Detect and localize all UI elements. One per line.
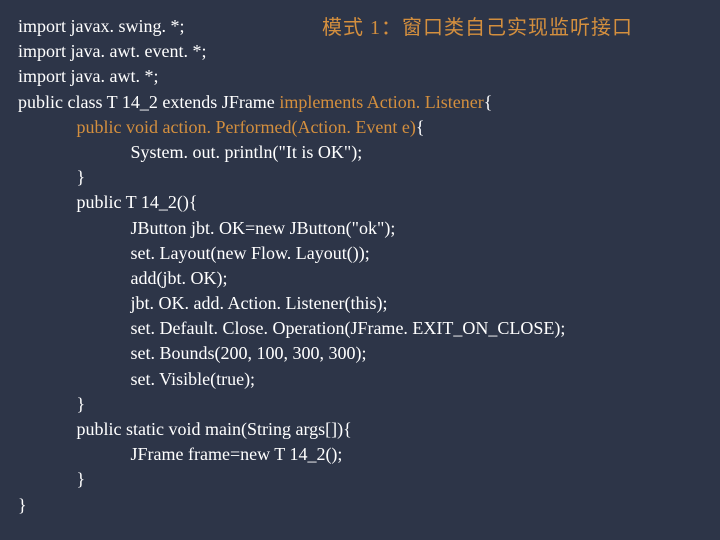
code-block: import javax. swing. *; import java. awt… bbox=[18, 14, 702, 518]
code-line: jbt. OK. add. Action. Listener(this); bbox=[131, 293, 388, 313]
code-line: set. Visible(true); bbox=[131, 369, 256, 389]
code-line: JFrame frame=new T 14_2(); bbox=[131, 444, 343, 464]
code-line: System. out. println("It is OK"); bbox=[131, 142, 363, 162]
code-line: public class T 14_2 extends JFrame bbox=[18, 92, 279, 112]
code-line: } bbox=[77, 394, 86, 414]
slide: 模式 1：窗口类自己实现监听接口 import javax. swing. *;… bbox=[0, 0, 720, 540]
code-line: { bbox=[416, 117, 425, 137]
code-line: set. Bounds(200, 100, 300, 300); bbox=[131, 343, 367, 363]
code-line: import javax. swing. *; bbox=[18, 16, 184, 36]
code-keyword: implements Action. Listener bbox=[279, 92, 483, 112]
code-line: } bbox=[77, 469, 86, 489]
code-line: { bbox=[484, 92, 493, 112]
code-line: JButton jbt. OK=new JButton("ok"); bbox=[131, 218, 396, 238]
code-line: set. Default. Close. Operation(JFrame. E… bbox=[131, 318, 566, 338]
slide-title: 模式 1：窗口类自己实现监听接口 bbox=[322, 11, 633, 40]
code-line: } bbox=[77, 167, 86, 187]
code-line: set. Layout(new Flow. Layout()); bbox=[131, 243, 370, 263]
code-line: } bbox=[18, 495, 27, 515]
code-line: public static void main(String args[]){ bbox=[77, 419, 352, 439]
code-line: import java. awt. event. *; bbox=[18, 41, 206, 61]
code-line: public T 14_2(){ bbox=[77, 192, 198, 212]
code-line: import java. awt. *; bbox=[18, 66, 158, 86]
code-keyword: public void action. Performed(Action. Ev… bbox=[77, 117, 416, 137]
code-line: add(jbt. OK); bbox=[131, 268, 228, 288]
